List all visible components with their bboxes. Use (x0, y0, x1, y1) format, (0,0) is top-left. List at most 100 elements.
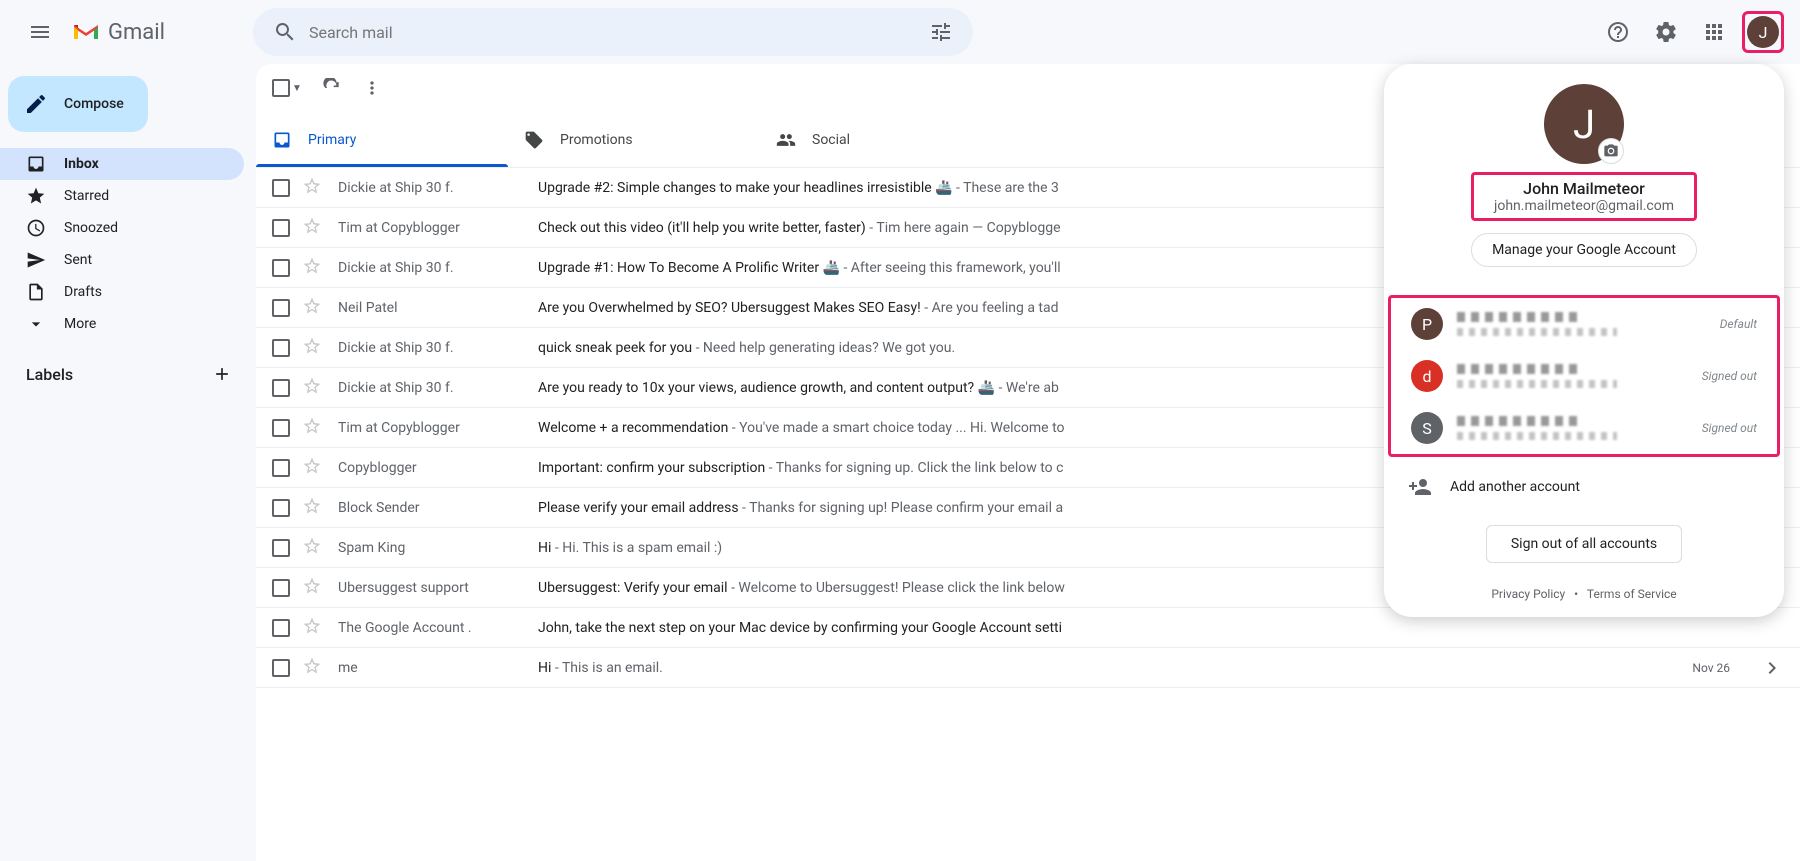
sidebar-item-more[interactable]: More (0, 308, 244, 340)
terms-link[interactable]: Terms of Service (1587, 587, 1677, 601)
email-sender: Dickie at Ship 30 f. (338, 340, 538, 356)
star-outline-icon (302, 336, 322, 356)
sidebar-item-label: More (64, 316, 96, 332)
row-checkbox[interactable] (272, 579, 292, 597)
gmail-logo[interactable]: Gmail (72, 20, 165, 45)
row-checkbox[interactable] (272, 379, 292, 397)
sidebar-item-label: Snoozed (64, 220, 118, 236)
search-options-button[interactable] (917, 8, 965, 56)
star-button[interactable] (302, 336, 322, 360)
add-account-button[interactable]: Add another account (1384, 461, 1784, 513)
star-button[interactable] (302, 496, 322, 520)
send-icon (26, 250, 46, 270)
email-sender: Tim at Copyblogger (338, 220, 538, 236)
tab-icon (776, 130, 796, 150)
search-input[interactable] (309, 23, 917, 42)
add-label-button[interactable] (208, 360, 236, 388)
row-checkbox[interactable] (272, 419, 292, 437)
email-sender: me (338, 660, 538, 676)
account-item[interactable]: S Signed out (1391, 402, 1777, 454)
star-button[interactable] (302, 536, 322, 560)
tab-icon (272, 130, 292, 150)
account-status: Signed out (1702, 421, 1757, 435)
row-checkbox[interactable] (272, 339, 292, 357)
account-status: Default (1720, 317, 1757, 331)
help-button[interactable] (1598, 12, 1638, 52)
sidebar-item-drafts[interactable]: Drafts (0, 276, 244, 308)
account-item[interactable]: P Default (1391, 298, 1777, 350)
compose-button[interactable]: Compose (8, 76, 148, 132)
star-button[interactable] (302, 296, 322, 320)
star-outline-icon (302, 656, 322, 676)
settings-button[interactable] (1646, 12, 1686, 52)
star-button[interactable] (302, 176, 322, 200)
star-button[interactable] (302, 376, 322, 400)
row-checkbox[interactable] (272, 259, 292, 277)
chevron-right-icon[interactable] (1760, 656, 1784, 680)
sidebar-item-label: Sent (64, 252, 92, 268)
star-button[interactable] (302, 216, 322, 240)
sidebar-item-snoozed[interactable]: Snoozed (0, 212, 244, 244)
email-row[interactable]: me Hi - This is an email. Nov 26 (256, 648, 1800, 688)
tab-label: Primary (308, 132, 356, 148)
sidebar-item-starred[interactable]: Starred (0, 180, 244, 212)
star-button[interactable] (302, 416, 322, 440)
star-button[interactable] (302, 256, 322, 280)
row-checkbox[interactable] (272, 219, 292, 237)
sidebar-item-sent[interactable]: Sent (0, 244, 244, 276)
star-button[interactable] (302, 456, 322, 480)
apps-button[interactable] (1694, 12, 1734, 52)
account-avatar[interactable]: J (1747, 16, 1779, 48)
sidebar-item-inbox[interactable]: Inbox (0, 148, 244, 180)
star-button[interactable] (302, 576, 322, 600)
search-bar[interactable] (253, 8, 973, 56)
manage-account-button[interactable]: Manage your Google Account (1471, 233, 1697, 267)
compose-label: Compose (64, 96, 124, 112)
star-outline-icon (302, 496, 322, 516)
change-photo-button[interactable] (1598, 138, 1624, 164)
account-avatar-small: P (1411, 308, 1443, 340)
sidebar-item-label: Drafts (64, 284, 102, 300)
tab-social[interactable]: Social (760, 112, 1012, 167)
search-icon[interactable] (261, 8, 309, 56)
account-status: Signed out (1702, 369, 1757, 383)
account-name-redacted (1457, 364, 1577, 374)
apps-grid-icon (1702, 20, 1726, 44)
row-checkbox[interactable] (272, 459, 292, 477)
tab-primary[interactable]: Primary (256, 112, 508, 167)
chevron-down-icon[interactable]: ▼ (292, 83, 302, 94)
row-checkbox[interactable] (272, 179, 292, 197)
row-checkbox[interactable] (272, 619, 292, 637)
account-item[interactable]: d Signed out (1391, 350, 1777, 402)
popup-avatar[interactable]: J (1544, 84, 1624, 164)
select-all-checkbox[interactable] (272, 79, 290, 97)
clock-icon (26, 218, 46, 238)
email-sender: Dickie at Ship 30 f. (338, 380, 538, 396)
star-outline-icon (302, 536, 322, 556)
select-all[interactable]: ▼ (272, 79, 302, 97)
row-checkbox[interactable] (272, 539, 292, 557)
logo-text: Gmail (108, 20, 165, 45)
refresh-button[interactable] (322, 78, 342, 98)
more-button[interactable] (362, 78, 382, 98)
main-menu-button[interactable] (16, 8, 64, 56)
email-date: Nov 26 (1670, 661, 1730, 675)
privacy-link[interactable]: Privacy Policy (1491, 587, 1565, 601)
help-icon (1606, 20, 1630, 44)
star-outline-icon (302, 296, 322, 316)
tab-promotions[interactable]: Promotions (508, 112, 760, 167)
star-outline-icon (302, 256, 322, 276)
row-checkbox[interactable] (272, 299, 292, 317)
star-outline-icon (302, 456, 322, 476)
star-button[interactable] (302, 656, 322, 680)
sign-out-button[interactable]: Sign out of all accounts (1486, 525, 1682, 563)
header: Gmail J (0, 0, 1800, 64)
add-account-label: Add another account (1450, 479, 1580, 495)
file-icon (26, 282, 46, 302)
tab-label: Social (812, 132, 850, 148)
row-checkbox[interactable] (272, 499, 292, 517)
row-checkbox[interactable] (272, 659, 292, 677)
star-button[interactable] (302, 616, 322, 640)
account-email-redacted (1457, 328, 1617, 336)
sidebar-item-label: Inbox (64, 156, 99, 172)
